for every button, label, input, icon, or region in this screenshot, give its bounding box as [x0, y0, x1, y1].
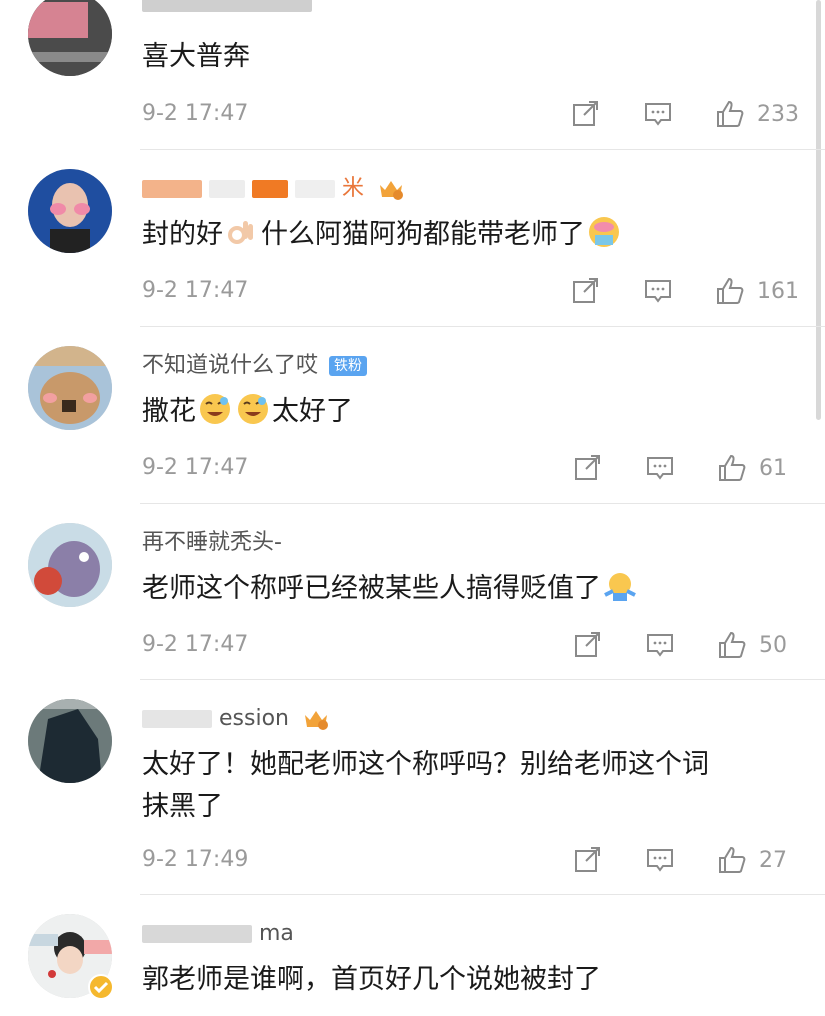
verified-icon: [88, 974, 114, 1000]
vomit-emoji-icon: [589, 217, 619, 247]
comment-text: 太好了！她配老师这个称呼吗？别给老师这个词 抹黑了: [142, 744, 792, 828]
comment-item: 喜大普奔 9-2 17:47 233: [0, 0, 825, 150]
shrug-emoji-icon: [604, 573, 636, 601]
avatar[interactable]: [28, 914, 114, 1000]
comment-item: 再不睡就秃头- 老师这个称呼已经被某些人搞得贬值了 9-2 17:47 50: [0, 504, 825, 680]
share-icon[interactable]: [571, 99, 601, 129]
like-count: 161: [757, 278, 799, 304]
avatar[interactable]: [28, 169, 112, 253]
comment-text: 撒花 太好了: [142, 391, 792, 433]
like-count: 233: [757, 101, 799, 127]
comment-item: ession 太好了！她配老师这个称呼吗？别给老师这个词 抹黑了 9-2 17:…: [0, 680, 825, 895]
comment-time: 9-2 17:49: [142, 847, 249, 872]
avatar[interactable]: [28, 523, 112, 607]
username[interactable]: 米: [142, 174, 405, 204]
like-icon[interactable]: [717, 453, 747, 483]
like-icon[interactable]: [715, 276, 745, 306]
like-icon[interactable]: [715, 99, 745, 129]
reply-icon[interactable]: [643, 99, 673, 129]
reply-icon[interactable]: [645, 630, 675, 660]
comment-item: 不知道说什么了哎 铁粉 撒花 太好了 9-2 17:47 61: [0, 327, 825, 504]
comment-item: ma 郭老师是谁啊，首页好几个说她被封了: [0, 895, 825, 1016]
username[interactable]: [142, 0, 312, 18]
comment-time: 9-2 17:47: [142, 632, 249, 657]
crown-badge-icon: [304, 711, 328, 730]
avatar[interactable]: [28, 346, 112, 430]
reply-icon[interactable]: [645, 453, 675, 483]
comment-actions: 50: [573, 630, 799, 660]
reply-icon[interactable]: [645, 845, 675, 875]
share-icon[interactable]: [573, 630, 603, 660]
comment-time: 9-2 17:47: [142, 101, 249, 126]
like-count: 50: [759, 632, 787, 658]
comment-text-line: 太好了！她配老师这个称呼吗？别给老师这个词: [142, 749, 709, 780]
like-icon[interactable]: [717, 630, 747, 660]
comment-time: 9-2 17:47: [142, 455, 249, 480]
comment-time: 9-2 17:47: [142, 278, 249, 303]
comment-actions: 27: [573, 845, 799, 875]
comment-actions: 61: [573, 453, 799, 483]
fan-badge: 铁粉: [329, 356, 368, 376]
share-icon[interactable]: [573, 453, 603, 483]
comment-item: 米 封的好 什么阿猫阿狗都能带老师了 9-2 17:47 161: [0, 150, 825, 327]
reply-icon[interactable]: [643, 276, 673, 306]
comment-text: 封的好 什么阿猫阿狗都能带老师了: [142, 214, 792, 256]
username[interactable]: 不知道说什么了哎 铁粉: [142, 351, 368, 381]
avatar[interactable]: [28, 699, 112, 783]
comment-actions: 161: [571, 276, 799, 306]
laugh-cry-emoji-icon: [238, 394, 268, 424]
username[interactable]: ession: [142, 704, 330, 734]
comment-text: 喜大普奔: [142, 41, 250, 72]
like-icon[interactable]: [717, 845, 747, 875]
share-icon[interactable]: [571, 276, 601, 306]
laugh-cry-emoji-icon: [200, 394, 230, 424]
share-icon[interactable]: [573, 845, 603, 875]
username[interactable]: 再不睡就秃头-: [142, 528, 282, 558]
like-count: 61: [759, 455, 787, 481]
comment-text-line: 抹黑了: [142, 791, 223, 822]
like-count: 27: [759, 847, 787, 873]
crown-badge-icon: [380, 181, 404, 200]
username[interactable]: ma: [142, 919, 294, 949]
avatar[interactable]: [28, 0, 112, 76]
comment-actions: 233: [571, 99, 799, 129]
comment-text: 郭老师是谁啊，首页好几个说她被封了: [142, 964, 601, 995]
ok-hand-emoji-icon: [228, 221, 253, 244]
comment-text: 老师这个称呼已经被某些人搞得贬值了: [142, 568, 792, 610]
